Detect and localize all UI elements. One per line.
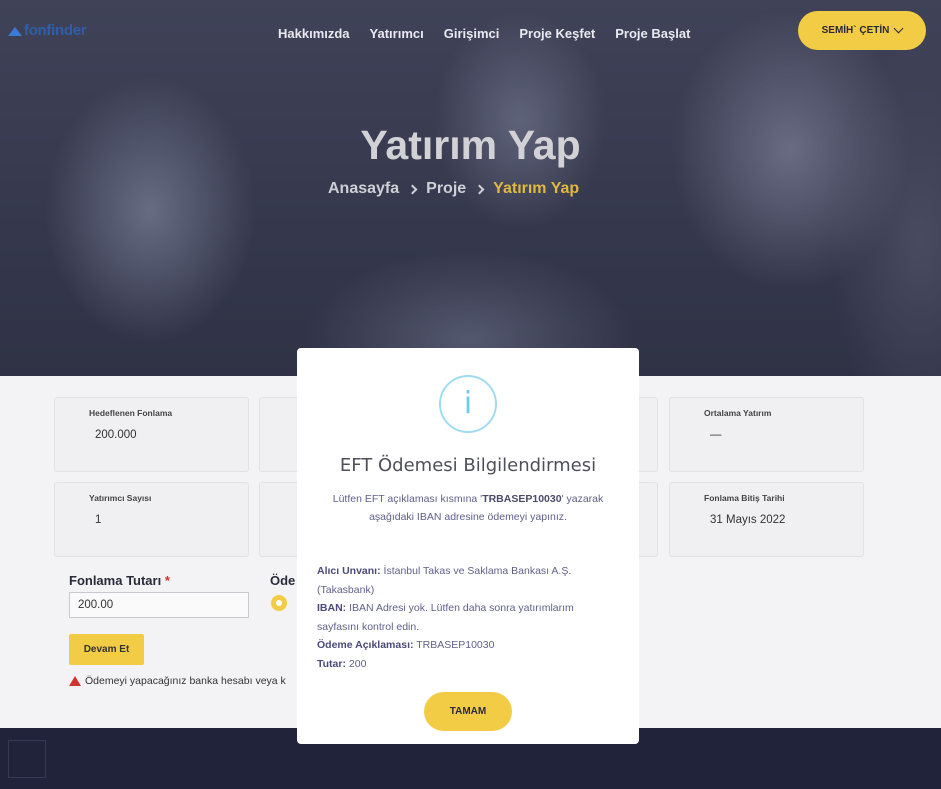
warning-text: Ödemeyi yapacağınız banka hesabı veya k [85, 675, 286, 687]
warning-icon [69, 676, 81, 686]
ok-button[interactable]: TAMAM [424, 692, 512, 731]
chevron-down-icon [893, 23, 904, 34]
main-nav: Hakkımızda Yatırımcı Girişimci Proje Keş… [278, 26, 710, 41]
payment-description-row: Ödeme Açıklaması: TRBASEP10030 [317, 639, 495, 652]
logo-icon [8, 25, 22, 37]
stat-value: 1 [95, 514, 102, 526]
amount-label: Fonlama Tutarı * [69, 573, 170, 588]
stat-card-investor-count: Yatırımcı Sayısı 1 [54, 482, 249, 557]
warning-message: Ödemeyi yapacağınız banka hesabı veya k [69, 675, 286, 687]
user-name: SEMİH` ÇETİN [821, 25, 890, 36]
stat-label: Hedeflenen Fonlama [89, 408, 173, 418]
nav-item-proje-kesfet[interactable]: Proje Keşfet [519, 26, 595, 41]
breadcrumb-project[interactable]: Proje [426, 180, 466, 198]
chevron-right-icon [474, 184, 485, 194]
stat-card-end-date: Fonlama Bitiş Tarihi 31 Mayıs 2022 [669, 482, 864, 557]
stat-label: Yatırımcı Sayısı [89, 493, 152, 503]
required-mark: * [164, 573, 170, 588]
stat-label: Ortalama Yatırım [704, 408, 772, 418]
nav-item-yatirimci[interactable]: Yatırımcı [370, 26, 424, 41]
eft-info-modal: i EFT Ödemesi Bilgilendirmesi Lütfen EFT… [297, 348, 639, 744]
logo-text: fonfinder [24, 22, 87, 39]
modal-title: EFT Ödemesi Bilgilendirmesi [339, 455, 597, 476]
payment-details: Alıcı Unvanı: İstanbul Takas ve Saklama … [317, 562, 617, 674]
logo[interactable]: fonfinder [8, 22, 87, 39]
iban-row: IBAN: IBAN Adresi yok. Lütfen daha sonra… [317, 602, 574, 633]
amount-label-text: Fonlama Tutarı [69, 573, 162, 588]
payment-radio[interactable] [271, 595, 287, 611]
breadcrumb-current: Yatırım Yap [493, 180, 580, 197]
footer-decoration [8, 740, 46, 778]
eft-code: TRBASEP10030 [482, 493, 562, 505]
hero-banner: fonfinder Hakkımızda Yatırımcı Girişimci… [0, 0, 941, 376]
user-menu-button[interactable]: SEMİH` ÇETİN [798, 11, 926, 50]
nav-item-proje-baslat[interactable]: Proje Başlat [615, 26, 690, 41]
chevron-right-icon [407, 184, 418, 194]
nav-item-girisimci[interactable]: Girişimci [444, 26, 500, 41]
modal-description: Lütfen EFT açıklaması kısmına 'TRBASEP10… [332, 493, 604, 523]
stat-label: Fonlama Bitiş Tarihi [704, 493, 785, 503]
amount-row: Tutar: 200 [317, 657, 367, 670]
info-icon: i [439, 375, 497, 433]
continue-button[interactable]: Devam Et [69, 634, 144, 665]
amount-input[interactable] [69, 592, 249, 618]
stat-value: 200.000 [95, 429, 137, 441]
stat-value: — [710, 429, 722, 441]
nav-item-hakkimizda[interactable]: Hakkımızda [278, 26, 350, 41]
breadcrumb: Anasayfa Proje Yatırım Yap [328, 180, 579, 198]
page-title: Yatırım Yap [360, 122, 581, 168]
receiver-row: Alıcı Unvanı: İstanbul Takas ve Saklama … [317, 565, 572, 596]
stat-card-average: Ortalama Yatırım — [669, 397, 864, 472]
stat-card-target: Hedeflenen Fonlama 200.000 [54, 397, 249, 472]
stat-value: 31 Mayıs 2022 [710, 514, 786, 526]
breadcrumb-home[interactable]: Anasayfa [328, 180, 399, 198]
payment-method-label: Öde [270, 573, 296, 588]
